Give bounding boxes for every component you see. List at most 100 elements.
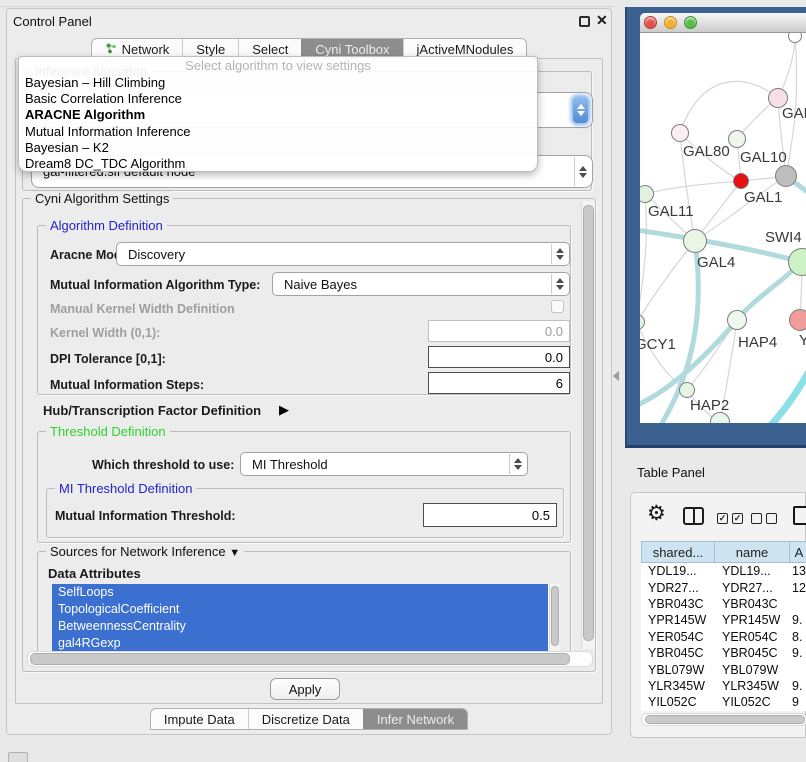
sources-legend-text: Sources for Network Inference — [50, 544, 226, 559]
cell-value: 9. — [790, 678, 806, 694]
network-window[interactable]: GALGAL80GAL10GAL1GAL11SWI4GAL4GCY1HAP4YH… — [640, 13, 806, 423]
dropdown-item-label: Basic Correlation Inference — [25, 91, 182, 106]
network-node[interactable] — [733, 173, 749, 189]
cell-name: YBR045C — [715, 645, 790, 661]
table-row[interactable]: YPR145W YPR145W 9. — [641, 612, 806, 628]
dropdown-item[interactable]: Basic Correlation Inference — [19, 91, 537, 107]
apply-button[interactable]: Apply — [270, 678, 340, 700]
bottom-tab[interactable]: Infer Network — [363, 709, 467, 729]
network-node[interactable] — [679, 382, 695, 398]
attribute-item[interactable]: TopologicalCoefficient — [52, 601, 548, 618]
split-column-icon[interactable] — [683, 507, 704, 525]
dropdown-item-label: Bayesian – K2 — [25, 140, 109, 155]
data-attributes-list[interactable]: SelfLoopsTopologicalCoefficientBetweenne… — [52, 584, 560, 654]
tab-label: Style — [196, 42, 225, 57]
table-panel-title: Table Panel — [637, 465, 705, 480]
minimize-traffic-icon[interactable] — [664, 16, 677, 29]
bottom-tab-label: Discretize Data — [262, 712, 350, 727]
checked-boxes-icon[interactable]: ✓✓ — [717, 513, 743, 524]
network-node[interactable] — [727, 310, 747, 330]
close-traffic-icon[interactable] — [644, 16, 657, 29]
settings-horizontal-scrollbar[interactable] — [27, 651, 593, 667]
splitter-collapse-handle[interactable] — [613, 371, 619, 381]
table-row[interactable]: YLR345W YLR345W 9. — [641, 678, 806, 694]
aracne-mode-value: Discovery — [128, 247, 185, 262]
attribute-item[interactable]: BetweennessCentrality — [52, 618, 548, 635]
dpi-tolerance-field[interactable]: 0.0 — [428, 346, 570, 368]
which-threshold-combo[interactable]: MI Threshold — [240, 452, 528, 476]
manual-kernel-label: Manual Kernel Width Definition — [50, 302, 235, 316]
column-header-clipped[interactable]: A — [790, 541, 806, 563]
network-node-label: Y — [799, 332, 806, 349]
node-table: shared... name A YDL19... YDL19... 13 YD… — [641, 541, 806, 711]
network-node[interactable] — [683, 229, 707, 253]
network-node-label: GAL — [782, 105, 806, 122]
combo-stepper-icon[interactable] — [574, 157, 591, 186]
collapse-arrow-icon[interactable]: ▼ — [229, 547, 240, 559]
kernel-width-field[interactable]: 0.0 — [428, 320, 570, 342]
aracne-mode-combo[interactable]: Discovery — [116, 242, 570, 266]
minimized-panel-chip[interactable] — [8, 752, 28, 762]
attribute-item[interactable]: gal4RGexp — [52, 635, 548, 652]
cell-shared-name: YBR043C — [641, 596, 715, 612]
algorithm-definition-legend: Algorithm Definition — [46, 218, 167, 233]
table-row[interactable]: YBR045C YBR045C 9. — [641, 645, 806, 661]
unchecked-boxes-icon[interactable] — [751, 513, 777, 524]
table-row[interactable]: YBL079W YBL079W — [641, 661, 806, 677]
column-header-shared-name[interactable]: shared... — [641, 541, 715, 563]
network-window-titlebar[interactable] — [640, 13, 806, 33]
cell-name: YDL19... — [715, 563, 790, 579]
dropdown-item[interactable]: Bayesian – Hill Climbing — [19, 75, 537, 91]
bottom-tab[interactable]: Discretize Data — [248, 709, 363, 729]
table-row[interactable]: YIL052C YIL052C 9 — [641, 694, 806, 710]
table-row[interactable]: YDL19... YDL19... 13 — [641, 563, 806, 579]
dropdown-item[interactable]: Dream8 DC_TDC Algorithm — [19, 156, 537, 172]
dropdown-item[interactable]: ARACNE Algorithm — [19, 107, 537, 123]
mi-threshold-field[interactable]: 0.5 — [423, 503, 557, 527]
cell-value: 9. — [790, 612, 806, 628]
zoom-traffic-icon[interactable] — [684, 16, 697, 29]
network-node[interactable] — [789, 309, 806, 331]
combo-stepper-icon[interactable] — [551, 274, 568, 294]
page-icon[interactable] — [793, 506, 806, 525]
table-row[interactable]: YBR043C YBR043C — [641, 596, 806, 612]
network-node-label: HAP4 — [738, 334, 777, 351]
column-header-name[interactable]: name — [715, 541, 790, 563]
gear-icon[interactable]: ⚙ — [647, 501, 666, 526]
dropdown-item[interactable]: Mutual Information Inference — [19, 124, 537, 140]
manual-kernel-checkbox[interactable] — [551, 300, 564, 313]
cell-shared-name: YER054C — [641, 629, 715, 645]
network-node[interactable] — [728, 130, 746, 148]
mi-type-label: Mutual Information Algorithm Type: — [50, 278, 260, 292]
which-threshold-value: MI Threshold — [252, 457, 328, 472]
table-row[interactable]: YER054C YER054C 8. — [641, 629, 806, 645]
table-row[interactable]: YDR27... YDR27... 12 — [641, 579, 806, 595]
dropdown-item[interactable]: Bayesian – K2 — [19, 140, 537, 156]
combo-stepper-icon[interactable] — [551, 244, 568, 264]
network-node-label: GCY1 — [640, 336, 676, 353]
attribute-item[interactable]: SelfLoops — [52, 584, 548, 601]
network-canvas[interactable]: GALGAL80GAL10GAL1GAL11SWI4GAL4GCY1HAP4YH… — [640, 33, 806, 423]
close-icon[interactable]: ✕ — [596, 12, 608, 29]
network-node[interactable] — [775, 165, 797, 187]
hub-definition-label: Hub/Transcription Factor Definition — [43, 403, 261, 418]
dropdown-placeholder: Select algorithm to view settings — [19, 57, 537, 75]
mi-type-value: Naive Bayes — [284, 277, 357, 292]
float-window-icon[interactable] — [579, 16, 590, 27]
expand-arrow-icon[interactable]: ▶ — [279, 402, 289, 418]
cell-name: YBR043C — [715, 596, 790, 612]
mi-type-combo[interactable]: Naive Bayes — [272, 272, 570, 296]
mi-steps-field[interactable]: 6 — [428, 372, 570, 394]
network-node[interactable] — [671, 124, 689, 142]
cell-shared-name: YPR145W — [641, 612, 715, 628]
dropdown-item-label: Bayesian – Hill Climbing — [25, 75, 165, 90]
table-horizontal-scrollbar[interactable] — [641, 713, 806, 726]
list-scrollbar[interactable] — [549, 584, 560, 654]
bottom-tab-label: Infer Network — [377, 712, 454, 727]
bottom-tab[interactable]: Impute Data — [151, 709, 248, 729]
combo-stepper-icon[interactable] — [573, 97, 588, 123]
network-node-label: GAL11 — [648, 203, 694, 220]
settings-vertical-scrollbar[interactable] — [581, 201, 595, 649]
combo-stepper-icon[interactable] — [509, 454, 526, 474]
screen: Control Panel ✕ Network — [0, 0, 806, 762]
